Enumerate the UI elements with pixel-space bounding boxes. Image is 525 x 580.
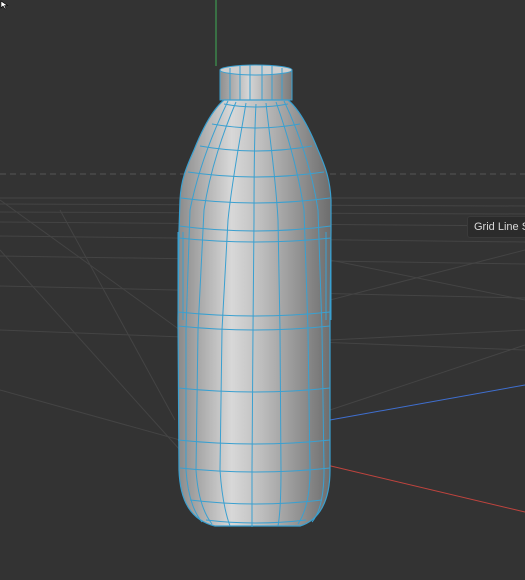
3d-viewport[interactable]: Grid Line S [0, 0, 525, 580]
grid-line-tooltip: Grid Line S [467, 216, 525, 238]
bottle-mesh[interactable] [177, 64, 332, 527]
pointer-cursor-icon [0, 0, 9, 10]
z-axis-line [329, 384, 525, 421]
viewport-canvas[interactable] [0, 0, 525, 580]
x-axis-line [313, 461, 525, 513]
